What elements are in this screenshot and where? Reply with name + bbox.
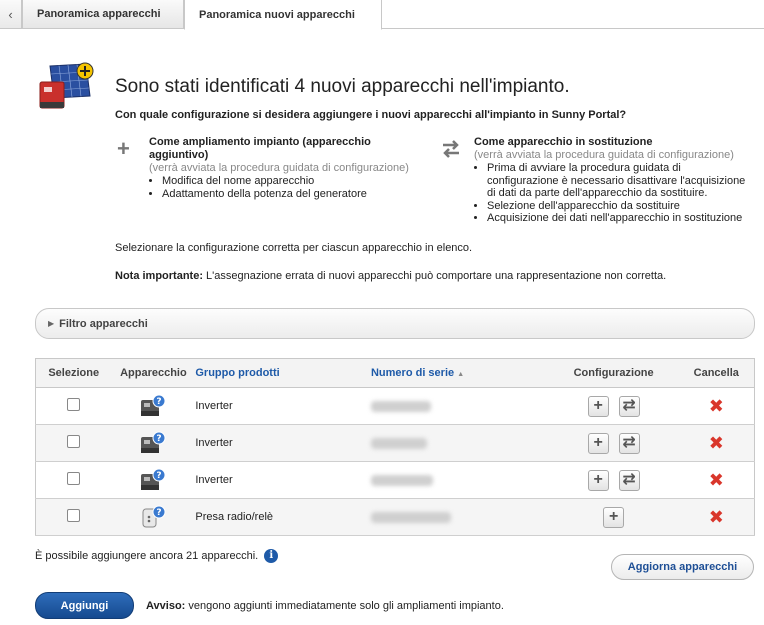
col-configuration: Configurazione <box>548 358 679 388</box>
important-note-label: Nota importante: <box>115 270 203 282</box>
tab-bar: ‹ Panoramica apparecchi Panoramica nuovi… <box>0 0 764 30</box>
table-row: ? Inverter + ⇄ ✖ <box>35 424 755 462</box>
add-as-extension-button[interactable]: + <box>603 506 625 528</box>
add-as-extension-button[interactable]: + <box>587 395 609 417</box>
product-group-cell: Inverter <box>195 461 371 499</box>
col-device: Apparecchio <box>111 358 196 388</box>
option-replacement: Come apparecchio in sostituzione (verrà … <box>440 136 750 225</box>
col-serial-number[interactable]: Numero di serie ▲ <box>370 358 549 388</box>
col-selection: Selezione <box>35 358 112 388</box>
inverter-unknown-icon: ? <box>141 394 166 416</box>
remaining-devices-info: È possibile aggiungere ancora 21 apparec… <box>35 549 279 563</box>
new-device-icon <box>39 62 94 109</box>
swap-arrows-icon[interactable]: ⇄ <box>618 395 640 417</box>
list-item: Modifica del nome apparecchio <box>162 175 417 188</box>
table-row: ? Presa radio/relè + ✖ <box>35 498 755 536</box>
serial-number-redacted <box>370 400 431 412</box>
tab-device-overview[interactable]: Panoramica apparecchi <box>22 0 184 29</box>
list-item: Acquisizione dei dati nell'apparecchio i… <box>487 212 750 225</box>
info-icon[interactable]: i <box>264 549 279 563</box>
sort-asc-icon: ▲ <box>457 371 465 378</box>
delete-icon[interactable]: ✖ <box>709 470 724 490</box>
option-replacement-subtitle: (verrà avviata la procedura guidata di c… <box>474 149 734 161</box>
option-replacement-title: Come apparecchio in sostituzione <box>474 136 653 148</box>
delete-icon[interactable]: ✖ <box>709 507 724 527</box>
inverter-unknown-icon: ? <box>141 431 166 453</box>
device-filter-label: Filtro apparecchi <box>59 317 148 330</box>
table-row: ? Inverter + ⇄ ✖ <box>35 387 755 425</box>
delete-icon[interactable]: ✖ <box>709 433 724 453</box>
list-item: Adattamento della potenza del generatore <box>162 188 417 201</box>
option-extension-list: Modifica del nome apparecchio Adattament… <box>162 175 417 200</box>
svg-text:?: ? <box>157 397 162 407</box>
chevron-left-icon[interactable]: ‹ <box>0 0 22 29</box>
important-note: Nota importante: L'assegnazione errata d… <box>115 270 666 282</box>
svg-text:?: ? <box>157 508 162 518</box>
product-group-cell: Inverter <box>195 424 371 462</box>
table-header-row: Selezione Apparecchio Gruppo prodotti Nu… <box>35 358 755 388</box>
row-select-checkbox[interactable] <box>67 398 81 411</box>
option-replacement-list: Prima di avviare la procedura guidata di… <box>487 162 750 225</box>
svg-text:?: ? <box>157 471 162 481</box>
delete-icon[interactable]: ✖ <box>709 396 724 416</box>
tab-new-devices-overview[interactable]: Panoramica nuovi apparecchi <box>184 0 382 30</box>
list-item: Prima di avviare la procedura guidata di… <box>487 162 750 200</box>
page-subtitle: Con quale configurazione si desidera agg… <box>115 109 627 121</box>
product-group-cell: Inverter <box>195 387 371 425</box>
col-product-group[interactable]: Gruppo prodotti <box>195 358 371 388</box>
select-instruction: Selezionare la configurazione corretta p… <box>115 242 473 254</box>
new-devices-table: Selezione Apparecchio Gruppo prodotti Nu… <box>35 358 755 536</box>
swap-arrows-icon[interactable]: ⇄ <box>618 469 640 491</box>
swap-arrows-icon <box>443 140 459 158</box>
row-select-checkbox[interactable] <box>67 472 81 485</box>
row-select-checkbox[interactable] <box>67 435 81 448</box>
row-select-checkbox[interactable] <box>67 509 81 522</box>
caret-right-icon: ▶ <box>48 319 55 328</box>
add-notice-text: vengono aggiunti immediatamente solo gli… <box>185 600 504 612</box>
remaining-devices-text: È possibile aggiungere ancora 21 apparec… <box>35 550 259 562</box>
add-as-extension-button[interactable]: + <box>587 432 609 454</box>
swap-arrows-icon[interactable]: ⇄ <box>618 432 640 454</box>
serial-header-label: Numero di serie <box>370 367 455 379</box>
add-as-extension-button[interactable]: + <box>587 469 609 491</box>
serial-number-redacted <box>370 511 451 523</box>
svg-text:?: ? <box>157 434 162 444</box>
option-extension: + Come ampliamento impianto (apparecchio… <box>117 136 417 200</box>
add-notice-label: Avviso: <box>146 600 186 612</box>
list-item: Selezione dell'apparecchio da sostituire <box>487 200 750 213</box>
plus-icon: + <box>117 136 130 161</box>
refresh-devices-button[interactable]: Aggiorna apparecchi <box>611 554 754 580</box>
page-title: Sono stati identificati 4 nuovi apparecc… <box>115 76 570 97</box>
important-note-text: L'assegnazione errata di nuovi apparecch… <box>203 270 667 282</box>
table-row: ? Inverter + ⇄ ✖ <box>35 461 755 499</box>
product-group-cell: Presa radio/relè <box>195 498 371 536</box>
col-delete: Cancella <box>678 358 755 388</box>
radio-socket-unknown-icon: ? <box>142 505 166 528</box>
serial-number-redacted <box>370 474 433 486</box>
add-button[interactable]: Aggiungi <box>35 592 134 619</box>
device-filter-toggle[interactable]: ▶ Filtro apparecchi <box>35 308 755 339</box>
add-notice: Avviso: vengono aggiunti immediatamente … <box>146 600 504 612</box>
inverter-unknown-icon: ? <box>141 468 166 490</box>
serial-number-redacted <box>370 437 427 449</box>
option-extension-title: Come ampliamento impianto (apparecchio a… <box>149 136 371 161</box>
option-extension-subtitle: (verrà avviata la procedura guidata di c… <box>149 162 409 174</box>
